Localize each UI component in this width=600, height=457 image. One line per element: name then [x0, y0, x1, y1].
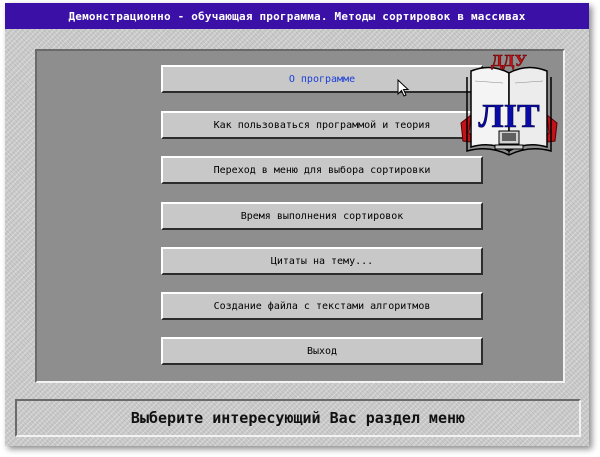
- status-bar: Выберите интересующий Вас раздел меню: [15, 399, 581, 437]
- logo-top-text: ДДУ: [491, 51, 528, 70]
- logo-main-text: ЛІТ: [478, 98, 540, 135]
- menu-item-exit[interactable]: Выход: [161, 337, 483, 365]
- book-logo-icon: ДДУ ЛІТ: [460, 51, 558, 156]
- menu-item-label: Цитаты на тему...: [270, 255, 374, 267]
- menu-item-about[interactable]: О программе: [161, 65, 483, 93]
- menu-item-usage-theory[interactable]: Как пользоваться программой и теория: [161, 111, 483, 139]
- menu-item-label: Переход в меню для выбора сортировки: [213, 164, 431, 176]
- menu-item-sort-timing[interactable]: Время выполнения сортировок: [161, 202, 483, 230]
- mouse-pointer-icon: [397, 79, 410, 97]
- menu-item-label: О программе: [288, 73, 356, 85]
- menu-item-label: Создание файла с текстами алгоритмов: [213, 300, 431, 312]
- menu-item-label: Как пользоваться программой и теория: [213, 119, 431, 131]
- menu-item-label: Время выполнения сортировок: [240, 210, 404, 222]
- app-window: Демонстрационно - обучающая программа. М…: [5, 3, 589, 446]
- menu-item-label: Выход: [306, 345, 338, 357]
- title-bar: Демонстрационно - обучающая программа. М…: [5, 3, 589, 29]
- status-text: Выберите интересующий Вас раздел меню: [130, 409, 466, 427]
- window-title: Демонстрационно - обучающая программа. М…: [68, 9, 526, 23]
- menu-item-choose-sort[interactable]: Переход в меню для выбора сортировки: [161, 156, 483, 184]
- menu-panel: О программе Как пользоваться программой …: [35, 49, 565, 383]
- menu-item-quotes[interactable]: Цитаты на тему...: [161, 247, 483, 275]
- menu-item-create-file[interactable]: Создание файла с текстами алгоритмов: [161, 292, 483, 320]
